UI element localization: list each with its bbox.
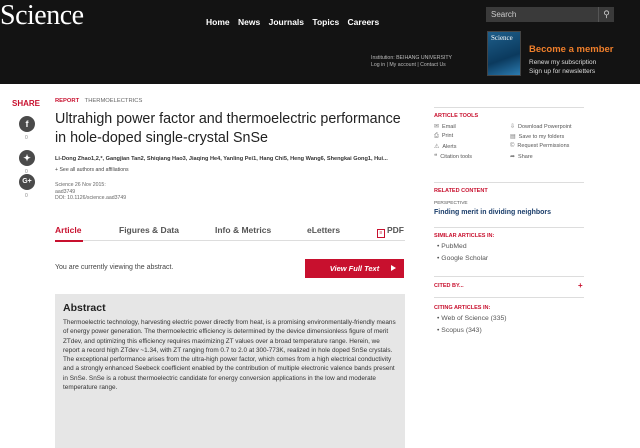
related-article-link[interactable]: Finding merit in dividing neighbors xyxy=(434,209,551,216)
tool-print[interactable]: ⎙ Print xyxy=(434,133,453,140)
pdf-label: PDF xyxy=(387,225,404,235)
tab-eletters[interactable]: eLetters xyxy=(307,225,340,235)
abstract-heading: Abstract xyxy=(63,302,106,314)
scopus-link[interactable]: • Scopus (343) xyxy=(437,327,482,334)
article-meta: Science 26 Nov 2015: aad3749 DOI: 10.112… xyxy=(55,182,126,202)
tool-email[interactable]: ✉ Email xyxy=(434,123,456,130)
tool-download-label: Download Powerpoint xyxy=(518,124,572,130)
article-topic[interactable]: THERMOELECTRICS xyxy=(85,98,143,104)
copyright-icon: © xyxy=(510,143,515,149)
facebook-count: 0 xyxy=(25,135,28,141)
tool-share[interactable]: ➦ Share xyxy=(510,153,533,160)
nav-news[interactable]: News xyxy=(238,17,260,27)
tab-pdf[interactable]: ≡ PDF xyxy=(377,225,404,238)
tool-citation-label: Citation tools xyxy=(440,154,473,160)
subscription-links: Renew my subscription Sign up for newsle… xyxy=(529,58,596,76)
top-bar: Science Home News Journals Topics Career… xyxy=(0,0,640,84)
similar-articles-heading: SIMILAR ARTICLES IN: xyxy=(434,233,495,239)
article-type[interactable]: REPORT xyxy=(55,98,79,104)
author-list[interactable]: Li-Dong Zhao1,2,*, Gangjian Tan2, Shiqia… xyxy=(55,156,388,162)
twitter-icon[interactable]: ✦ xyxy=(19,150,35,166)
breadcrumb: REPORT THERMOELECTRICS xyxy=(55,98,142,104)
tool-permissions-label: Request Permissions xyxy=(517,143,570,149)
download-icon: ⇩ xyxy=(510,124,516,130)
article-tabs: Article Figures & Data Info & Metrics eL… xyxy=(55,219,405,241)
google-scholar-label: Google Scholar xyxy=(441,255,489,262)
tool-email-label: Email xyxy=(442,124,456,130)
pubmed-label: PubMed xyxy=(441,243,467,250)
tab-info-metrics[interactable]: Info & Metrics xyxy=(215,225,271,235)
abstract-text: Thermoelectric technology, harvesting el… xyxy=(63,319,396,392)
tool-share-label: Share xyxy=(518,154,533,160)
newsletter-link[interactable]: Sign up for newsletters xyxy=(529,67,596,76)
renew-link[interactable]: Renew my subscription xyxy=(529,58,596,67)
science-logo[interactable]: Science xyxy=(0,0,84,32)
see-all-authors-link[interactable]: + See all authors and affiliations xyxy=(55,167,129,173)
web-of-science-link[interactable]: • Web of Science (335) xyxy=(437,315,507,322)
google-scholar-link[interactable]: • Google Scholar xyxy=(437,255,488,262)
institution-name: Institution: BEIHANG UNIVERSITY xyxy=(371,55,453,61)
folder-icon: ▤ xyxy=(510,134,516,140)
view-full-text-button[interactable]: View Full Text xyxy=(305,259,404,278)
email-icon: ✉ xyxy=(434,124,440,130)
viewing-notice: You are currently viewing the abstract. xyxy=(55,264,174,271)
tool-alerts[interactable]: ⚠ Alerts xyxy=(434,143,456,150)
tab-figures[interactable]: Figures & Data xyxy=(119,225,179,235)
active-tab-indicator xyxy=(55,240,83,242)
nav-home[interactable]: Home xyxy=(206,17,230,27)
google-plus-icon[interactable]: G+ xyxy=(19,174,35,190)
alert-icon: ⚠ xyxy=(434,144,440,150)
tool-save[interactable]: ▤ Save to my folders xyxy=(510,133,564,140)
tool-print-label: Print xyxy=(441,133,454,139)
share-label: SHARE xyxy=(12,99,41,108)
doi: DOI: 10.1126/science.aad3749 xyxy=(55,195,127,201)
divider xyxy=(434,297,584,298)
pubmed-link[interactable]: • PubMed xyxy=(437,243,467,250)
pdf-icon: ≡ xyxy=(377,229,385,238)
divider xyxy=(434,276,584,277)
article-tools-heading: ARTICLE TOOLS xyxy=(434,113,479,119)
perspective-label: PERSPECTIVE xyxy=(434,201,468,206)
article-title: Ultrahigh power factor and thermoelectri… xyxy=(55,111,401,146)
nav-journals[interactable]: Journals xyxy=(269,17,304,27)
divider xyxy=(434,107,584,108)
become-member-link[interactable]: Become a member xyxy=(529,44,613,55)
search-icon[interactable]: ⚲ xyxy=(598,7,614,22)
cited-by-heading[interactable]: CITED BY... xyxy=(434,283,584,289)
account-links[interactable]: Log in | My account | Contact Us xyxy=(371,62,452,69)
tool-permissions[interactable]: © Request Permissions xyxy=(510,143,569,149)
cover-title: Science xyxy=(491,34,513,42)
nav-careers[interactable]: Careers xyxy=(348,17,380,27)
tool-citation[interactable]: ❝ Citation tools xyxy=(434,153,472,160)
institution-info: Institution: BEIHANG UNIVERSITY Log in |… xyxy=(371,55,452,68)
facebook-icon[interactable]: f xyxy=(19,116,35,132)
expand-plus-icon[interactable]: + xyxy=(578,281,583,290)
google-count: 0 xyxy=(25,193,28,199)
tool-download-ppt[interactable]: ⇩ Download Powerpoint xyxy=(510,123,572,130)
citing-articles-heading: CITING ARTICLES IN: xyxy=(434,305,491,311)
journal-cover[interactable]: Science xyxy=(487,31,521,76)
search-input[interactable]: Search xyxy=(486,7,598,22)
share-icon: ➦ xyxy=(510,154,516,160)
divider xyxy=(434,227,584,228)
tab-article[interactable]: Article xyxy=(55,225,81,235)
scopus-label: Scopus (343) xyxy=(441,327,482,334)
related-content-heading: RELATED CONTENT xyxy=(434,188,488,194)
main-nav: Home News Journals Topics Careers xyxy=(206,17,385,27)
tool-save-label: Save to my folders xyxy=(518,134,565,140)
citation-icon: ❝ xyxy=(434,154,438,160)
tool-alerts-label: Alerts xyxy=(442,144,457,150)
nav-topics[interactable]: Topics xyxy=(312,17,339,27)
web-of-science-label: Web of Science (335) xyxy=(441,315,507,322)
abstract-box: Abstract Thermoelectric technology, harv… xyxy=(55,294,405,448)
divider xyxy=(434,182,584,183)
print-icon: ⎙ xyxy=(434,133,439,139)
